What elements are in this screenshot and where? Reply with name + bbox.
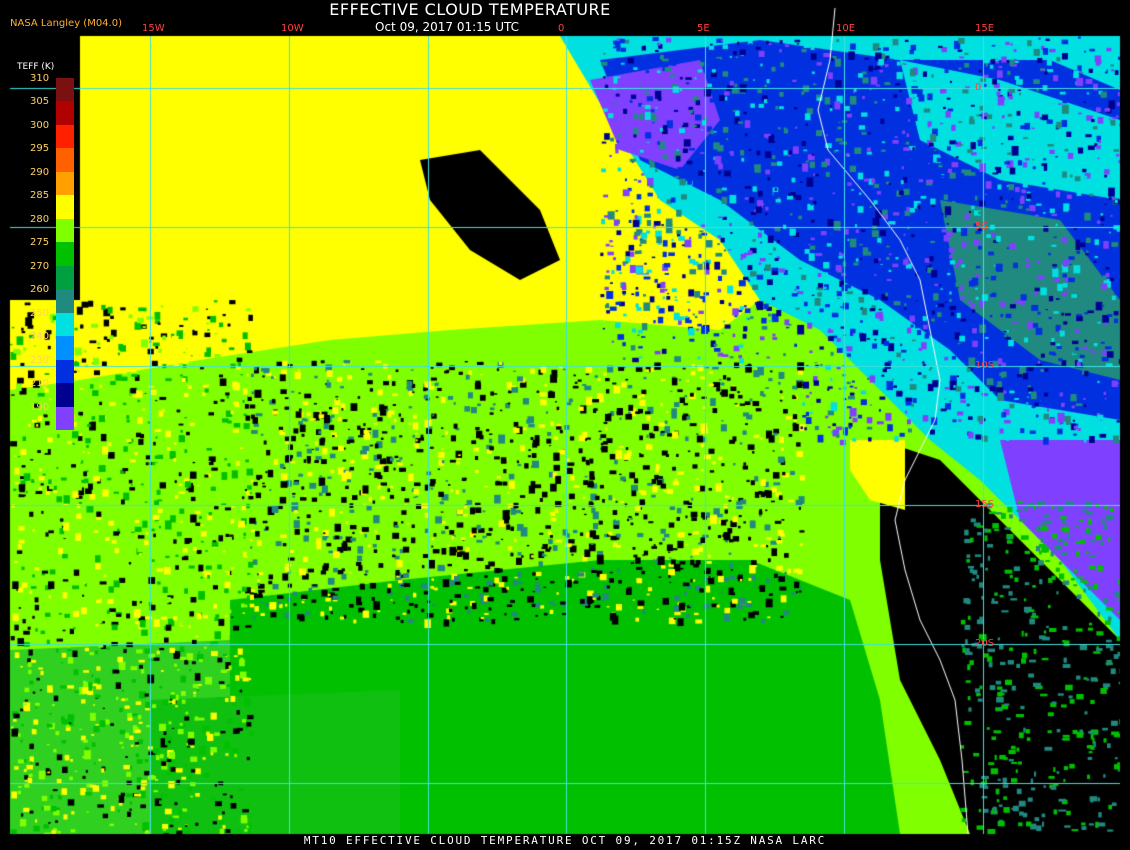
colorbar-swatch bbox=[56, 148, 74, 173]
colorbar-swatch bbox=[56, 289, 74, 314]
source-label: NASA Langley (M04.0) bbox=[10, 18, 122, 29]
longitude-label: 15E bbox=[975, 23, 995, 34]
colorbar bbox=[56, 78, 74, 431]
latitude-label: 10S bbox=[975, 360, 995, 371]
colorbar-swatch bbox=[56, 242, 74, 267]
colorbar-tick-label: 190 bbox=[30, 401, 50, 413]
colorbar-tick-label: 305 bbox=[30, 96, 50, 108]
latitude-label: 15S bbox=[975, 499, 995, 510]
colorbar-swatch bbox=[56, 265, 74, 290]
colorbar-swatch bbox=[56, 124, 74, 149]
colorbar-swatch bbox=[56, 171, 74, 196]
colorbar-swatch bbox=[56, 406, 74, 431]
colorbar-swatch bbox=[56, 336, 74, 361]
latitude-label: 0 bbox=[975, 82, 982, 93]
colorbar-swatch bbox=[56, 101, 74, 126]
colorbar-tick-label: 240 bbox=[30, 331, 50, 343]
colorbar-tick-label: 250 bbox=[30, 307, 50, 319]
colorbar-tick-label: 270 bbox=[30, 260, 50, 272]
longitude-label: 10E bbox=[836, 23, 856, 34]
longitude-label: 10W bbox=[281, 23, 304, 34]
longitude-label: 15W bbox=[142, 23, 165, 34]
latitude-label: 5S bbox=[975, 221, 988, 232]
colorbar-swatch bbox=[56, 359, 74, 384]
colorbar-tick-label: 310 bbox=[30, 73, 50, 84]
satellite-map-canvas bbox=[0, 0, 1130, 850]
colorbar-tick-label: 210 bbox=[30, 378, 50, 390]
colorbar-tick-label: 230 bbox=[30, 354, 50, 366]
colorbar-tick-label: 300 bbox=[30, 119, 50, 131]
footer-caption: MT10 EFFECTIVE CLOUD TEMPERATURE OCT 09,… bbox=[303, 834, 827, 847]
colorbar-swatch bbox=[56, 312, 74, 337]
colorbar-tick-label: 285 bbox=[30, 190, 50, 202]
colorbar-swatch bbox=[56, 218, 74, 243]
colorbar-tick-label: 290 bbox=[30, 166, 50, 178]
colorbar-swatch bbox=[56, 195, 74, 220]
colorbar-tick-label: 280 bbox=[30, 213, 50, 225]
colorbar-swatch bbox=[56, 78, 74, 102]
colorbar-tick-label: 275 bbox=[30, 237, 50, 249]
colorbar-tick-label: 295 bbox=[30, 143, 50, 155]
colorbar-tick-label: 260 bbox=[30, 284, 50, 296]
map-title: EFFECTIVE CLOUD TEMPERATURE bbox=[329, 0, 611, 19]
colorbar-title: TEFF (K) bbox=[17, 62, 55, 72]
longitude-label: 5E bbox=[697, 23, 710, 34]
latitude-label: 20S bbox=[975, 638, 995, 649]
longitude-label: 0 bbox=[558, 23, 565, 34]
colorbar-swatch bbox=[56, 383, 74, 408]
